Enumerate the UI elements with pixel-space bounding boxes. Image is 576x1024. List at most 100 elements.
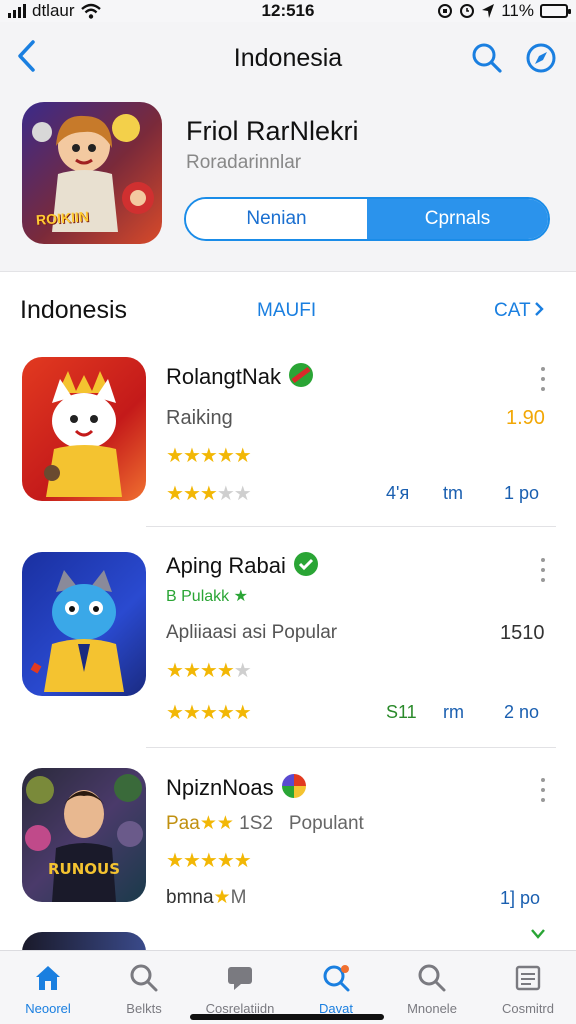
app-tag-3: Paa★★ 1S2 Populant [166,812,364,835]
app-icon-3[interactable]: RUNOUS [22,768,146,902]
compass-button[interactable] [523,40,559,76]
star-icon: ★ [233,660,252,682]
document-icon [515,965,541,991]
search-icon [472,43,502,73]
app-icon-2[interactable] [22,552,146,696]
more-menu-icon[interactable] [536,558,550,582]
app-value-1: 1.90 [506,407,545,429]
app-name-2-label: Aping Rabai [166,553,286,578]
star-icon: ★ [166,445,184,467]
star-icon: ★ [166,702,184,724]
app-name-3-label: NpiznNoas [166,775,274,800]
star-icon: ★ [233,850,252,872]
carrier-label: dtlaur [32,1,75,20]
star-icon: ★ [216,483,235,505]
store-header: Indonesia ROIKIIN Friol RarNlekri Rorada… [0,22,576,272]
rating-stars-1b: ★★★★★ [166,481,252,506]
category-link[interactable]: CAT [494,300,545,322]
chevron-right-icon [534,302,544,316]
segment-right[interactable]: Cprnals [367,199,548,239]
app-tag-3-popular: Populant [288,813,364,834]
featured-app-icon[interactable]: ROIKIIN [22,102,162,244]
status-bar: dtlaur 12:516 11% [0,0,576,22]
svg-text:RUNOUS: RUNOUS [48,860,120,878]
app-stat3-2: 2 no [504,702,540,722]
star-icon: ★ [166,660,184,682]
app-stat1-1: 4'я [386,483,410,503]
segmented-control: Nenian Cprnals [184,197,550,241]
compass-icon [526,43,556,73]
app-name-2: Aping Rabai [166,552,318,579]
app-name-1-label: RolangtNak [166,364,281,389]
tab-document[interactable]: Cosmitrd [480,951,576,1024]
list-title: Indonesis [20,296,128,324]
star-icon: ★ [166,483,184,505]
star-icon: ★ [199,445,218,467]
app-value-2: 1510 [500,622,545,644]
star-icon: ★ [216,850,235,872]
app-row-2[interactable]: Aping Rabai B Pulakk ★ Apliiaasi asi Pop… [0,548,576,738]
search-button[interactable] [469,40,505,76]
app-tag-3-label: Paa [166,813,200,834]
wifi-icon [80,3,101,19]
signal-icon [8,4,26,18]
verified-check-icon [293,552,318,576]
star-icon: ★ [199,483,218,505]
app-line2-1: Raiking [166,407,233,429]
star-icon: ★ [182,660,201,682]
tab-search[interactable]: Belkts [96,951,192,1024]
chevron-down-icon [531,929,545,939]
battery-percent: 11% [501,1,534,20]
ribbon-stripe-icon [291,367,311,383]
checkmark-icon [298,558,313,571]
chat-icon [228,967,252,990]
search-badge-icon [323,965,350,992]
app-stat2-2: rm [443,702,464,722]
tab-bar: Neoorel Belkts Cosrelatiidn Davat Mnonel… [0,950,576,1024]
heroes-collage-art: RUNOUS [25,774,143,902]
app-stat2-1: tm [443,483,463,503]
fox-mascot-art [44,371,122,497]
star-icon: ★ [182,850,201,872]
home-indicator [190,1014,384,1020]
app-line2-2: Apliiaasi asi Popular [166,622,338,643]
app-name-3: NpiznNoas [166,774,306,801]
more-link[interactable]: MAUFI [257,300,316,322]
tab-magnifier[interactable]: Mnonele [384,951,480,1024]
category-link-label: CAT [494,300,531,321]
rating-stars-3a: ★★★★★ [166,848,252,873]
battery-icon [540,4,571,18]
star-icon: ★ [166,850,184,872]
tab-label: Mnonele [407,1001,457,1016]
magnifier-icon [418,964,446,992]
star-icon: ★ [182,445,201,467]
app-stat3-3: 1] po [500,888,541,908]
status-right: 11% [437,1,571,21]
more-menu-icon[interactable] [536,367,550,391]
location-icon [482,4,495,18]
star-icon: ★ [216,445,235,467]
app-line3-3-label: bmna [166,887,214,908]
alarm-icon [460,4,475,18]
lock-rotation-icon [438,4,453,18]
app-row-3[interactable]: RUNOUS NpiznNoas Paa★★ 1S2 Populant ★★★★… [0,766,576,926]
app-row-1[interactable]: RolangtNak Raiking 1.90 ★★★★★ ★★★★★ 4'я … [0,355,576,525]
star-icon: ★ [233,702,252,724]
star-icon: ★ [199,702,218,724]
status-left: dtlaur [8,1,101,21]
home-icon [36,966,60,990]
star-icon: ★★ [199,813,234,834]
app-stat3-1: 1 po [504,483,540,503]
tab-label: Belkts [126,1001,162,1016]
blue-cat-mascot-art [30,570,124,692]
more-menu-icon[interactable] [536,778,550,802]
star-icon: ★ [182,483,201,505]
tab-label: Cosmitrd [501,1001,554,1016]
rating-stars-2b: ★★★★★ [166,700,252,725]
star-icon: ★ [199,850,218,872]
star-badge-icon: ★ [229,588,248,605]
app-icon-1[interactable] [22,357,146,501]
tab-home[interactable]: Neoorel [0,951,96,1024]
rating-stars-2a: ★★★★★ [166,658,252,683]
segment-left[interactable]: Nenian [186,199,367,239]
